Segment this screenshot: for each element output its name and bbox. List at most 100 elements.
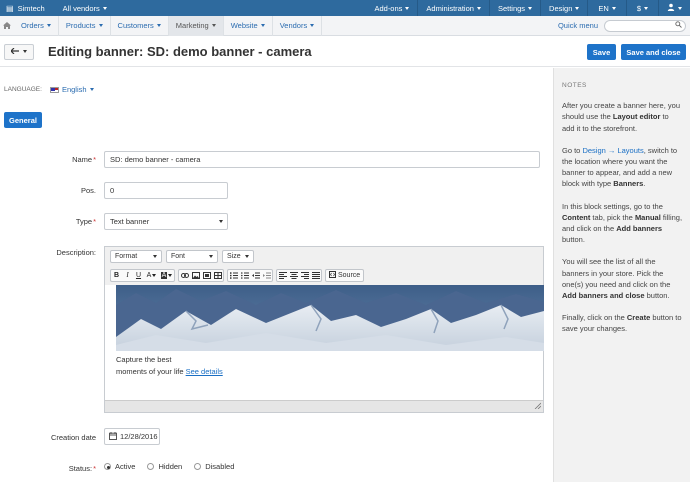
- align-justify-icon[interactable]: [310, 270, 321, 281]
- type-select[interactable]: Text banner: [104, 213, 228, 230]
- nav-customers[interactable]: Customers: [111, 15, 169, 36]
- user-menu[interactable]: [659, 0, 690, 16]
- background-color-icon[interactable]: A: [159, 270, 174, 281]
- editor-content-area[interactable]: Capture the best moments of your life Se…: [105, 285, 544, 401]
- pos-label-text: Pos.: [80, 186, 96, 195]
- underline-icon[interactable]: U: [133, 270, 144, 281]
- home-icon[interactable]: [0, 16, 14, 36]
- status-disabled-radio[interactable]: Disabled: [194, 462, 234, 471]
- pos-field[interactable]: 0: [104, 182, 228, 199]
- resize-handle-icon[interactable]: [534, 402, 542, 411]
- pos-value: 0: [110, 186, 115, 195]
- notes-text: button.: [562, 235, 585, 245]
- language-value: English: [61, 85, 87, 94]
- user-icon: [667, 3, 675, 13]
- banner-mountain-image: [116, 285, 544, 351]
- bold-icon[interactable]: B: [111, 270, 122, 281]
- settings-menu[interactable]: Settings: [490, 0, 540, 16]
- design-menu[interactable]: Design: [541, 0, 587, 16]
- notes-text: tab, pick the: [590, 212, 635, 222]
- font-dropdown[interactable]: Font: [166, 250, 218, 263]
- ordered-list-icon[interactable]: [228, 270, 239, 281]
- chevron-down-icon: [98, 24, 103, 27]
- notes-bold: Manual: [634, 212, 661, 222]
- link-icon[interactable]: [179, 270, 190, 281]
- search-input[interactable]: [604, 19, 686, 32]
- language-switcher: LANGUAGE: English: [4, 85, 94, 94]
- search-icon: [675, 21, 682, 30]
- indent-icon[interactable]: [261, 270, 272, 281]
- image-icon[interactable]: [190, 270, 201, 281]
- administration-menu[interactable]: Administration: [418, 0, 489, 16]
- notes-panel: NOTES After you create a banner here, yo…: [553, 68, 690, 482]
- table-icon[interactable]: [212, 270, 223, 281]
- nav-website-label: Website: [230, 21, 258, 30]
- banner-caption-line1: Capture the best: [116, 355, 172, 364]
- vendor-label: All vendors: [62, 3, 100, 13]
- status-active-radio[interactable]: Active: [104, 462, 135, 471]
- description-label-text: Description:: [56, 248, 96, 257]
- font-label: Font: [171, 253, 186, 260]
- nav-products[interactable]: Products: [59, 15, 111, 36]
- italic-icon[interactable]: I: [122, 270, 133, 281]
- notes-paragraph-3: In this block settings, go to the Conten…: [562, 201, 683, 246]
- nav-vendors[interactable]: Vendors: [273, 15, 323, 36]
- nav-marketing[interactable]: Marketing: [168, 15, 224, 36]
- type-label-text: Type: [75, 217, 93, 226]
- addons-menu[interactable]: Add-ons: [366, 0, 417, 16]
- radio-empty-icon: [194, 463, 202, 470]
- unordered-list-icon[interactable]: [239, 270, 250, 281]
- align-right-icon[interactable]: [299, 270, 310, 281]
- status-active-label: Active: [115, 462, 136, 471]
- outdent-icon[interactable]: [250, 270, 261, 281]
- language-menu[interactable]: EN: [588, 0, 625, 16]
- nav-orders[interactable]: Orders: [14, 15, 59, 36]
- required-marker: *: [93, 155, 96, 164]
- notes-bold: Content: [562, 212, 591, 222]
- status-hidden-radio[interactable]: Hidden: [147, 462, 182, 471]
- notes-text: Finally, click on the: [562, 313, 627, 323]
- save-button[interactable]: Save: [587, 44, 616, 60]
- language-selector[interactable]: English: [49, 85, 94, 94]
- align-center-icon[interactable]: [288, 270, 299, 281]
- save-and-close-button[interactable]: Save and close: [621, 44, 686, 60]
- type-label: Type*: [4, 217, 96, 226]
- language-code: EN: [598, 3, 609, 13]
- status-label: Status:*: [4, 464, 96, 473]
- creation-date-field[interactable]: 12/28/2016: [104, 428, 160, 445]
- calendar-icon: [109, 431, 117, 442]
- brand[interactable]: ▤ Simtech: [0, 4, 55, 13]
- media-icon[interactable]: [201, 270, 212, 281]
- nav-vendors-label: Vendors: [279, 21, 308, 30]
- align-left-icon[interactable]: [277, 270, 288, 281]
- quick-menu-link[interactable]: Quick menu: [558, 21, 598, 30]
- name-value: SD: demo banner - camera: [110, 155, 201, 164]
- nav-marketing-label: Marketing: [175, 21, 209, 30]
- creation-date-value: 12/28/2016: [120, 432, 158, 441]
- vendor-selector[interactable]: All vendors: [55, 0, 115, 16]
- editor-statusbar: [105, 400, 543, 412]
- see-details-link[interactable]: See details: [186, 367, 223, 376]
- name-field[interactable]: SD: demo banner - camera: [104, 151, 540, 168]
- creation-date-label: Creation date: [4, 433, 96, 442]
- text-color-icon[interactable]: A: [144, 270, 159, 281]
- addons-label: Add-ons: [374, 3, 403, 13]
- tab-general[interactable]: General: [4, 112, 42, 128]
- currency-menu[interactable]: $: [627, 0, 658, 16]
- notes-text: .: [643, 179, 646, 189]
- nav-website[interactable]: Website: [224, 15, 273, 36]
- format-dropdown[interactable]: Format: [110, 250, 162, 263]
- back-button[interactable]: [4, 43, 34, 60]
- chevron-down-icon: [23, 50, 27, 53]
- design-layouts-link[interactable]: Design → Layouts: [582, 146, 643, 155]
- size-dropdown[interactable]: Size: [222, 250, 254, 263]
- notes-heading: NOTES: [562, 82, 587, 89]
- description-label: Description:: [4, 248, 96, 257]
- insert-group: [178, 268, 224, 282]
- notes-text: button.: [644, 291, 670, 301]
- notes-bold: Layout editor: [612, 112, 661, 122]
- store-icon: ▤: [6, 3, 14, 13]
- chevron-down-icon: [575, 6, 580, 10]
- source-button[interactable]: Source: [325, 268, 365, 282]
- status-hidden-label: Hidden: [158, 462, 183, 471]
